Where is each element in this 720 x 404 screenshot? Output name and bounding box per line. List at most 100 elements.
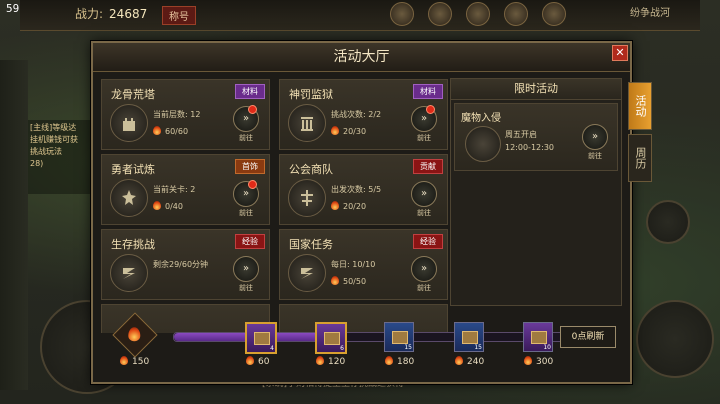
card-stamina: 0/40 xyxy=(153,201,183,211)
attack-button[interactable] xyxy=(636,300,714,378)
card-tag: 经验 xyxy=(235,234,265,249)
activity-card-hero-trial[interactable]: 勇者试炼 首饰 当前关卡: 2 0/40 » 前往 xyxy=(101,154,270,225)
go-button[interactable]: » 前往 xyxy=(232,180,260,219)
card-tag: 首饰 xyxy=(235,159,265,174)
vip-icon[interactable] xyxy=(390,2,414,26)
card-tag: 材料 xyxy=(235,84,265,99)
chest-icon xyxy=(531,331,547,344)
server-name: 纷争战河 xyxy=(630,8,670,19)
quest-tracker[interactable]: [主线]等级达 挂机赚钱可获 挑战玩法 28) xyxy=(28,120,92,194)
chest-count: 15 xyxy=(474,344,482,351)
quest-line: [主线]等级达 xyxy=(30,123,77,132)
tab-weekly-calendar[interactable]: 周历 xyxy=(628,134,652,182)
go-button[interactable]: » 前往 xyxy=(410,256,438,294)
go-button[interactable]: » 前往 xyxy=(232,105,260,144)
activity-card-nation-quest[interactable]: 国家任务 经验 每日: 10/10 50/50 » 前往 xyxy=(279,229,448,300)
mall-icon[interactable] xyxy=(466,2,490,26)
limited-card-monster-invasion[interactable]: 魔物入侵 周五开启 12:00-12:30 » 前往 xyxy=(454,103,618,171)
chest-threshold: 60 xyxy=(246,356,269,367)
quest-line: 挑战玩法 xyxy=(30,147,62,156)
go-button[interactable]: » 前往 xyxy=(410,181,438,219)
points-value: 150 xyxy=(132,357,150,367)
activity-card-guild-caravan[interactable]: 公会商队 贡献 出发次数: 5/5 20/20 » 前往 xyxy=(279,154,448,225)
go-label: 前往 xyxy=(417,209,431,217)
activity-progress: 150 4 60 6 120 15 180 15 240 10 300 0点刷新 xyxy=(101,312,622,375)
trial-icon xyxy=(110,179,148,217)
chest-threshold: 300 xyxy=(524,356,553,367)
tower-icon xyxy=(110,104,148,142)
close-icon[interactable]: ✕ xyxy=(612,45,628,61)
card-progress: 出发次数: 5/5 xyxy=(331,185,382,194)
activity-hall-dialog: 活动大厅 ✕ 龙骨荒塔 材料 当前层数: 12 60/60 » 前往 神罚监狱 材… xyxy=(91,41,632,384)
survival-icon xyxy=(110,254,148,292)
stamina-value: 60/60 xyxy=(165,127,189,136)
chest-icon xyxy=(462,331,478,344)
reward-chest[interactable]: 15 xyxy=(384,322,414,352)
card-progress: 每日: 10/10 xyxy=(331,260,376,269)
stamina-value: 20/30 xyxy=(343,127,367,136)
flame-icon xyxy=(120,356,128,365)
power-display: 战力: 24687 xyxy=(75,5,147,22)
card-name: 生存挑战 xyxy=(111,238,155,251)
activity-card-dragon-tower[interactable]: 龙骨荒塔 材料 当前层数: 12 60/60 » 前往 xyxy=(101,79,270,150)
flame-icon xyxy=(153,201,161,210)
skill-button[interactable] xyxy=(646,200,690,244)
event-icon[interactable] xyxy=(542,2,566,26)
prison-icon xyxy=(288,104,326,142)
go-button[interactable]: » 前往 xyxy=(581,124,609,161)
limited-time: 12:00-12:30 xyxy=(505,143,554,152)
chest-threshold: 180 xyxy=(385,356,414,367)
chest-threshold: 120 xyxy=(316,356,345,367)
reward-chest[interactable]: 15 xyxy=(454,322,484,352)
activity-points-icon xyxy=(112,312,158,358)
left-side-panel xyxy=(0,60,28,390)
card-tag: 材料 xyxy=(413,84,443,99)
go-label: 前往 xyxy=(239,284,253,292)
reward-chest[interactable]: 6 xyxy=(315,322,347,354)
card-stamina: 20/20 xyxy=(331,201,366,211)
chest-icon xyxy=(254,332,270,345)
go-button[interactable]: » 前往 xyxy=(232,256,260,294)
notification-dot xyxy=(248,180,257,189)
chest-count: 10 xyxy=(543,344,551,351)
go-arrow-icon: » xyxy=(411,181,437,207)
activity-card-divine-prison[interactable]: 神罚监狱 材料 挑战次数: 2/2 20/30 » 前往 xyxy=(279,79,448,150)
card-name: 公会商队 xyxy=(289,163,333,176)
card-name: 神罚监狱 xyxy=(289,88,333,101)
welfare-icon[interactable] xyxy=(504,2,528,26)
power-label: 战力: xyxy=(75,7,104,21)
tab-activity[interactable]: 活动 xyxy=(628,82,652,130)
top-hud-bar: 战力: 24687 称号 纷争战河 xyxy=(20,0,700,31)
reward-chest[interactable]: 10 xyxy=(523,322,553,352)
go-button[interactable]: » 前往 xyxy=(410,105,438,144)
limited-activity-panel: 限时活动 魔物入侵 周五开启 12:00-12:30 » 前往 xyxy=(450,78,622,306)
reward-chest[interactable]: 4 xyxy=(245,322,277,354)
flame-icon xyxy=(246,356,254,365)
limited-day: 周五开启 xyxy=(505,130,537,139)
notification-dot xyxy=(426,105,435,114)
activity-card-survival-challenge[interactable]: 生存挑战 经验 剩余29/60分钟 » 前往 xyxy=(101,229,270,300)
dialog-title: 活动大厅 xyxy=(93,43,630,72)
card-progress: 挑战次数: 2/2 xyxy=(331,110,382,119)
chest-count: 6 xyxy=(340,345,344,352)
chest-icon xyxy=(324,332,340,345)
chest-count: 4 xyxy=(270,345,274,352)
card-stamina: 50/50 xyxy=(331,276,366,286)
flame-icon xyxy=(331,126,339,135)
quest-line: 28) xyxy=(30,159,44,168)
progress-bar xyxy=(173,332,567,342)
notification-dot xyxy=(248,105,257,114)
activity-points: 150 xyxy=(120,356,149,367)
stamina-value: 20/20 xyxy=(343,202,367,211)
shop-icon[interactable] xyxy=(428,2,452,26)
card-tag: 经验 xyxy=(413,234,443,249)
go-arrow-icon: » xyxy=(582,124,608,150)
go-arrow-icon: » xyxy=(233,256,259,282)
power-value: 24687 xyxy=(109,7,148,21)
go-arrow-icon: » xyxy=(411,256,437,282)
flame-icon xyxy=(331,201,339,210)
quest-line: 挂机赚钱可获 xyxy=(30,135,78,144)
card-stamina: 20/30 xyxy=(331,126,366,136)
rank-button[interactable]: 称号 xyxy=(162,6,196,25)
chest-icon xyxy=(392,331,408,344)
